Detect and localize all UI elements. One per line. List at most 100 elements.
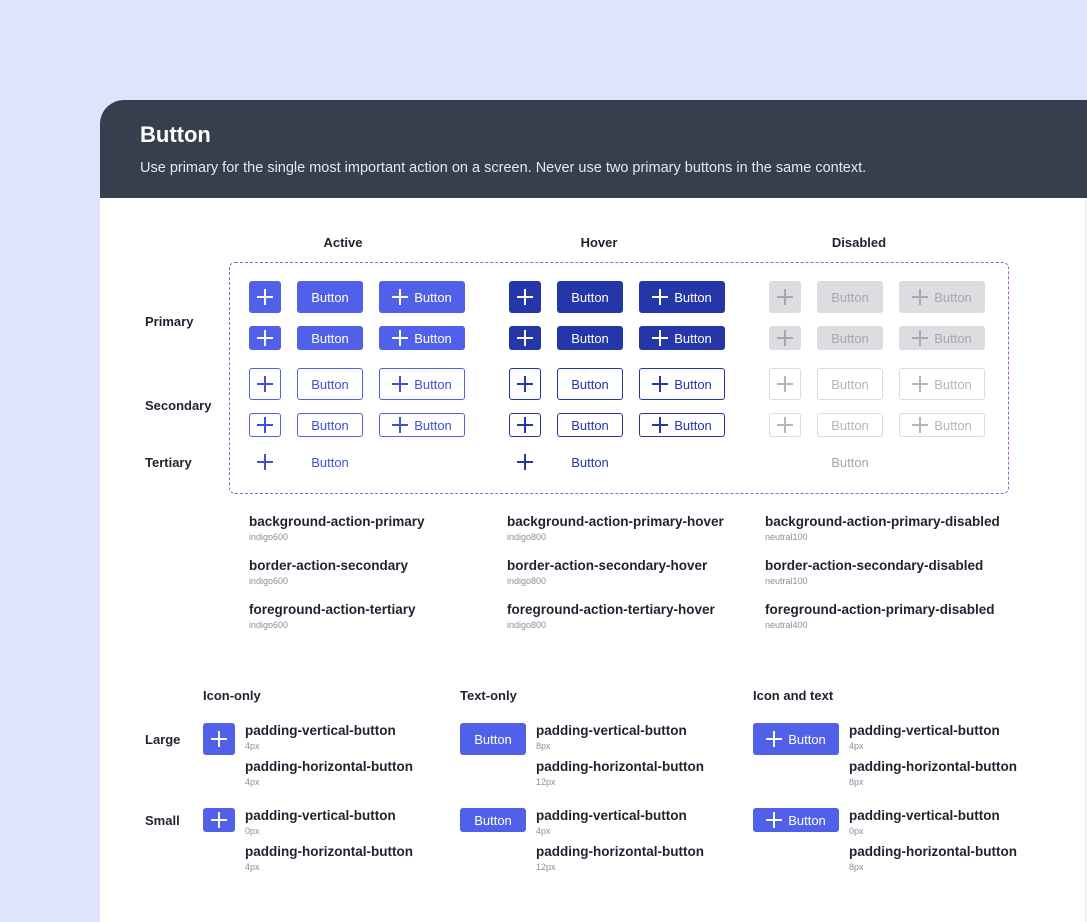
padding-horizontal-value: 8px <box>849 777 864 787</box>
row-label-secondary: Secondary <box>145 398 212 413</box>
token-value: indigo600 <box>249 620 289 630</box>
plus-icon <box>211 731 227 747</box>
token-name: foreground-action-primary-disabled <box>765 602 995 617</box>
plus-icon <box>652 417 669 433</box>
primary-text-button-small-active[interactable]: Button <box>297 326 363 350</box>
plus-icon <box>392 289 409 305</box>
primary-text-button-large-hover[interactable]: Button <box>557 281 623 313</box>
token-value: indigo800 <box>507 620 547 630</box>
secondary-icon-button-small-disabled[interactable] <box>769 413 801 437</box>
button-label: Button <box>414 330 452 346</box>
secondary-text-button-large-hover[interactable]: Button <box>557 368 623 400</box>
primary-icon-button-small-hover[interactable] <box>509 326 541 350</box>
token-value: indigo800 <box>507 576 547 586</box>
icon-text-button-small[interactable]: Button <box>753 808 839 832</box>
button-label: Button <box>674 417 712 433</box>
padding-horizontal-token: padding-horizontal-button <box>245 844 413 859</box>
secondary-icon-text-button-small-hover[interactable]: Button <box>639 413 725 437</box>
plus-icon <box>777 330 793 346</box>
secondary-icon-button-small-hover[interactable] <box>509 413 541 437</box>
button-label: Button <box>831 454 869 470</box>
primary-text-button-large-active[interactable]: Button <box>297 281 363 313</box>
secondary-text-button-large-active[interactable]: Button <box>297 368 363 400</box>
divider <box>1085 198 1086 922</box>
primary-icon-text-button-large-hover[interactable]: Button <box>639 281 725 313</box>
token-name: border-action-secondary-hover <box>507 558 708 573</box>
icon-only-button-small[interactable] <box>203 808 235 832</box>
secondary-icon-button-large-hover[interactable] <box>509 368 541 400</box>
padding-horizontal-token: padding-horizontal-button <box>849 759 1017 774</box>
primary-icon-button-small-active[interactable] <box>249 326 281 350</box>
plus-icon <box>777 289 793 305</box>
padding-horizontal-token: padding-horizontal-button <box>536 759 704 774</box>
row-label-tertiary: Tertiary <box>145 455 192 470</box>
tertiary-text-button-disabled[interactable]: Button <box>817 450 883 474</box>
primary-icon-button-large-disabled[interactable] <box>769 281 801 313</box>
plus-icon <box>777 376 793 392</box>
text-only-button-large[interactable]: Button <box>460 723 526 755</box>
secondary-icon-text-button-large-active[interactable]: Button <box>379 368 465 400</box>
column-header-hover: Hover <box>580 235 618 250</box>
primary-icon-button-large-hover[interactable] <box>509 281 541 313</box>
padding-vertical-value: 0px <box>849 826 864 836</box>
button-label: Button <box>571 417 609 433</box>
primary-icon-text-button-large-disabled[interactable]: Button <box>899 281 985 313</box>
secondary-icon-text-button-large-hover[interactable]: Button <box>639 368 725 400</box>
tertiary-icon-button-hover[interactable] <box>509 450 541 474</box>
primary-icon-button-large-active[interactable] <box>249 281 281 313</box>
token-name: background-action-primary-hover <box>507 514 724 529</box>
plus-icon <box>517 330 533 346</box>
plus-icon <box>517 289 533 305</box>
secondary-icon-button-large-active[interactable] <box>249 368 281 400</box>
plus-icon <box>517 376 533 392</box>
secondary-icon-button-small-active[interactable] <box>249 413 281 437</box>
token-value: indigo600 <box>249 576 289 586</box>
tertiary-icon-button-active[interactable] <box>249 450 281 474</box>
button-label: Button <box>571 289 609 305</box>
secondary-text-button-large-disabled[interactable]: Button <box>817 368 883 400</box>
button-label: Button <box>311 330 349 346</box>
primary-icon-text-button-large-active[interactable]: Button <box>379 281 465 313</box>
tertiary-text-button-active[interactable]: Button <box>297 450 363 474</box>
padding-horizontal-value: 4px <box>245 862 260 872</box>
button-label: Button <box>674 289 712 305</box>
button-label: Button <box>311 454 349 470</box>
padding-vertical-value: 4px <box>245 741 260 751</box>
primary-text-button-small-disabled[interactable]: Button <box>817 326 883 350</box>
token-value: neutral100 <box>765 576 808 586</box>
primary-text-button-large-disabled[interactable]: Button <box>817 281 883 313</box>
padding-vertical-token: padding-vertical-button <box>245 808 396 823</box>
column-header-disabled: Disabled <box>831 235 887 250</box>
button-label: Button <box>414 376 452 392</box>
primary-icon-text-button-small-hover[interactable]: Button <box>639 326 725 350</box>
button-label: Button <box>571 376 609 392</box>
plus-icon <box>517 454 533 470</box>
primary-text-button-small-hover[interactable]: Button <box>557 326 623 350</box>
plus-icon <box>652 330 669 346</box>
padding-horizontal-value: 8px <box>849 862 864 872</box>
secondary-icon-text-button-small-disabled[interactable]: Button <box>899 413 985 437</box>
token-name: foreground-action-tertiary <box>249 602 416 617</box>
primary-icon-text-button-small-active[interactable]: Button <box>379 326 465 350</box>
secondary-text-button-small-active[interactable]: Button <box>297 413 363 437</box>
plus-icon <box>392 417 409 433</box>
plus-icon <box>257 376 273 392</box>
card-header: Button Use primary for the single most i… <box>100 100 1087 198</box>
text-only-button-small[interactable]: Button <box>460 808 526 832</box>
secondary-icon-button-large-disabled[interactable] <box>769 368 801 400</box>
icon-only-button-large[interactable] <box>203 723 235 755</box>
secondary-text-button-small-hover[interactable]: Button <box>557 413 623 437</box>
secondary-text-button-small-disabled[interactable]: Button <box>817 413 883 437</box>
plus-icon <box>257 330 273 346</box>
button-label: Button <box>831 417 869 433</box>
primary-icon-button-small-disabled[interactable] <box>769 326 801 350</box>
plus-icon <box>392 376 409 392</box>
secondary-icon-text-button-large-disabled[interactable]: Button <box>899 368 985 400</box>
button-label: Button <box>934 289 972 305</box>
primary-icon-text-button-small-disabled[interactable]: Button <box>899 326 985 350</box>
secondary-icon-text-button-small-active[interactable]: Button <box>379 413 465 437</box>
plus-icon <box>257 454 273 470</box>
tertiary-text-button-hover[interactable]: Button <box>557 450 623 474</box>
button-label: Button <box>311 289 349 305</box>
icon-text-button-large[interactable]: Button <box>753 723 839 755</box>
